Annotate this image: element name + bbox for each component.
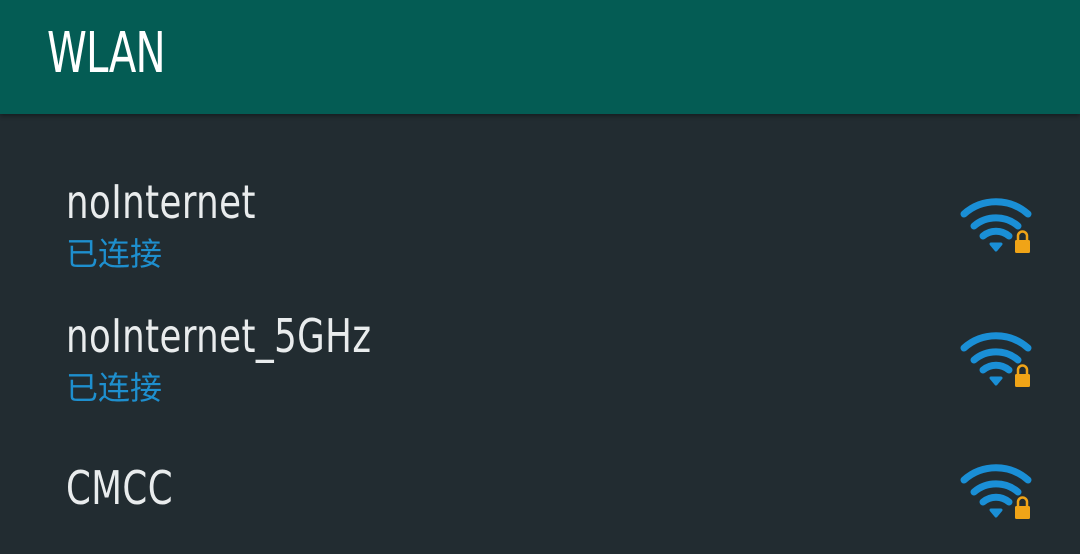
connection-status: 已连接: [66, 235, 163, 273]
page-title: WLAN: [47, 21, 166, 86]
wifi-network-item[interactable]: noInternet_5GHz 已连接: [0, 296, 1080, 426]
network-ssid: CMCC: [66, 461, 174, 515]
wifi-network-item[interactable]: CMCC: [0, 444, 1080, 554]
wifi-network-list: noInternet 已连接 noInternet_5GHz 已连接 CMCC: [0, 114, 1080, 554]
wifi-lock-icon: [960, 332, 1032, 387]
network-ssid: noInternet_5GHz: [66, 309, 372, 363]
connection-status: 已连接: [66, 369, 163, 407]
wifi-lock-icon: [960, 464, 1032, 519]
wifi-network-item[interactable]: noInternet 已连接: [0, 162, 1080, 292]
app-bar: WLAN: [0, 0, 1080, 114]
network-ssid: noInternet: [66, 175, 256, 229]
wifi-lock-icon: [960, 198, 1032, 253]
